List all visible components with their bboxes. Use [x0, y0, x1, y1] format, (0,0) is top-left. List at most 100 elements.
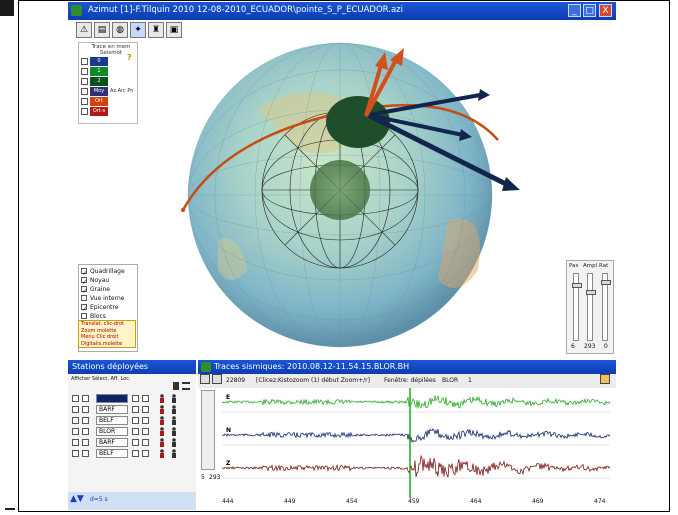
station-name[interactable]: BLOR [96, 427, 128, 436]
station-display-checkbox[interactable] [132, 439, 139, 446]
option-quadrillage[interactable]: ✓ Quadrillage [81, 267, 137, 277]
station-display-checkbox[interactable] [132, 395, 139, 402]
station-name[interactable]: BARF [96, 405, 128, 414]
station-name[interactable]: BELF [96, 416, 128, 425]
nav-arrows-icon[interactable]: ▲▼ [70, 494, 84, 504]
book-icon[interactable]: ▤ [94, 22, 110, 38]
settings-icon[interactable]: ▣ [166, 22, 182, 38]
station-display-checkbox[interactable] [132, 428, 139, 435]
station-row[interactable]: BLOR [72, 427, 192, 437]
station-select-checkbox[interactable] [82, 450, 89, 457]
globe-viewport[interactable] [68, 40, 616, 356]
station-person-icon[interactable] [170, 427, 178, 436]
seismogram-plot[interactable]: E N Z [221, 388, 611, 498]
station-display-checkbox[interactable] [132, 417, 139, 424]
station-person-icon[interactable] [158, 427, 166, 436]
option-noyau[interactable]: ✓ Noyau [81, 276, 137, 286]
station-loc-checkbox[interactable] [142, 439, 149, 446]
station-loc-checkbox[interactable] [142, 428, 149, 435]
export-icon[interactable] [600, 374, 610, 384]
station-row[interactable]: BELF [72, 449, 192, 459]
station-name[interactable]: BELF [96, 449, 128, 458]
legend-row[interactable]: Moy Az Arc Pn [81, 87, 137, 97]
seismogram-svg[interactable]: E N Z [221, 388, 611, 498]
stations-title[interactable]: Stations déployées [68, 360, 196, 374]
station-person-icon[interactable] [158, 449, 166, 458]
station-person-icon[interactable] [158, 394, 166, 403]
legend-row[interactable]: Ort-s [81, 107, 137, 117]
station-select-checkbox[interactable] [82, 439, 89, 446]
warning-icon[interactable]: ⚠ [76, 22, 92, 38]
minimize-button[interactable]: _ [568, 4, 581, 17]
globe-scene[interactable] [68, 40, 616, 356]
station-select-checkbox[interactable] [82, 428, 89, 435]
close-button[interactable]: X [599, 4, 612, 17]
option-vue-interne[interactable]: Vue interne [81, 294, 137, 303]
station-loc-checkbox[interactable] [142, 395, 149, 402]
slider-thumb[interactable] [572, 283, 582, 289]
station-person-icon[interactable] [170, 405, 178, 414]
slider-rat[interactable] [601, 273, 611, 341]
station-row[interactable]: BARF [72, 405, 192, 415]
satellite-icon[interactable]: ✦ [130, 22, 146, 38]
play-button[interactable] [200, 374, 210, 384]
trash-icon[interactable] [173, 382, 179, 390]
station-loc-checkbox[interactable] [142, 417, 149, 424]
option-checkbox[interactable] [81, 295, 87, 301]
station-show-checkbox[interactable] [72, 406, 79, 413]
station-display-checkbox[interactable] [132, 406, 139, 413]
legend-row[interactable]: 2 [81, 77, 137, 87]
station-display-checkbox[interactable] [132, 450, 139, 457]
station-person-icon[interactable] [170, 449, 178, 458]
station-person-icon[interactable] [170, 416, 178, 425]
maximize-button[interactable]: □ [583, 4, 596, 17]
station-show-checkbox[interactable] [72, 450, 79, 457]
station-select-checkbox[interactable] [82, 395, 89, 402]
station-select-checkbox[interactable] [82, 417, 89, 424]
trace-vertical-scroll[interactable] [201, 390, 215, 470]
station-row[interactable] [72, 394, 192, 404]
station-row[interactable]: BARF [72, 438, 192, 448]
globe-icon[interactable]: ◍ [112, 22, 128, 38]
slider-thumb[interactable] [601, 280, 611, 286]
station-loc-checkbox[interactable] [142, 450, 149, 457]
slider-ampl[interactable] [586, 273, 596, 341]
station-show-checkbox[interactable] [72, 417, 79, 424]
legend-checkbox[interactable] [81, 108, 88, 115]
station-row[interactable]: BELF [72, 416, 192, 426]
legend-row[interactable]: Ort [81, 97, 137, 107]
station-person-icon[interactable] [158, 405, 166, 414]
station-name[interactable]: BARF [96, 438, 128, 447]
option-checkbox[interactable] [81, 313, 87, 319]
option-epicentre[interactable]: ✓ Epicentre [81, 303, 137, 313]
legend-checkbox[interactable] [81, 78, 88, 85]
station-show-checkbox[interactable] [72, 395, 79, 402]
station-person-icon[interactable] [170, 394, 178, 403]
option-checkbox[interactable]: ✓ [81, 304, 87, 313]
stop-button[interactable] [212, 374, 222, 384]
option-graine[interactable]: ✓ Graine [81, 285, 137, 295]
option-checkbox[interactable]: ✓ [81, 286, 87, 295]
station-loc-checkbox[interactable] [142, 406, 149, 413]
legend-checkbox[interactable] [81, 98, 88, 105]
station-person-icon[interactable] [170, 438, 178, 447]
menu-icon[interactable] [182, 382, 190, 390]
title-bar[interactable]: Azimut [1]-F.Tilquin 2010 12-08-2010_ECU… [68, 2, 616, 20]
station-person-icon[interactable] [158, 438, 166, 447]
slider-thumb[interactable] [586, 289, 596, 295]
station-icon[interactable]: ♜ [148, 22, 164, 38]
station-show-checkbox[interactable] [72, 428, 79, 435]
station-person-icon[interactable] [158, 416, 166, 425]
legend-row[interactable]: 0 [81, 57, 137, 67]
traces-title[interactable]: Traces sismiques: 2010.08.12-11.54.15.BL… [198, 360, 616, 374]
station-name[interactable] [96, 394, 128, 403]
option-checkbox[interactable]: ✓ [81, 277, 87, 286]
legend-checkbox[interactable] [81, 68, 88, 75]
legend-checkbox[interactable] [81, 88, 88, 95]
option-checkbox[interactable]: ✓ [81, 268, 87, 277]
legend-row[interactable]: 1 [81, 67, 137, 77]
slider-pas[interactable] [572, 273, 582, 341]
legend-checkbox[interactable] [81, 58, 88, 65]
station-show-checkbox[interactable] [72, 439, 79, 446]
station-select-checkbox[interactable] [82, 406, 89, 413]
